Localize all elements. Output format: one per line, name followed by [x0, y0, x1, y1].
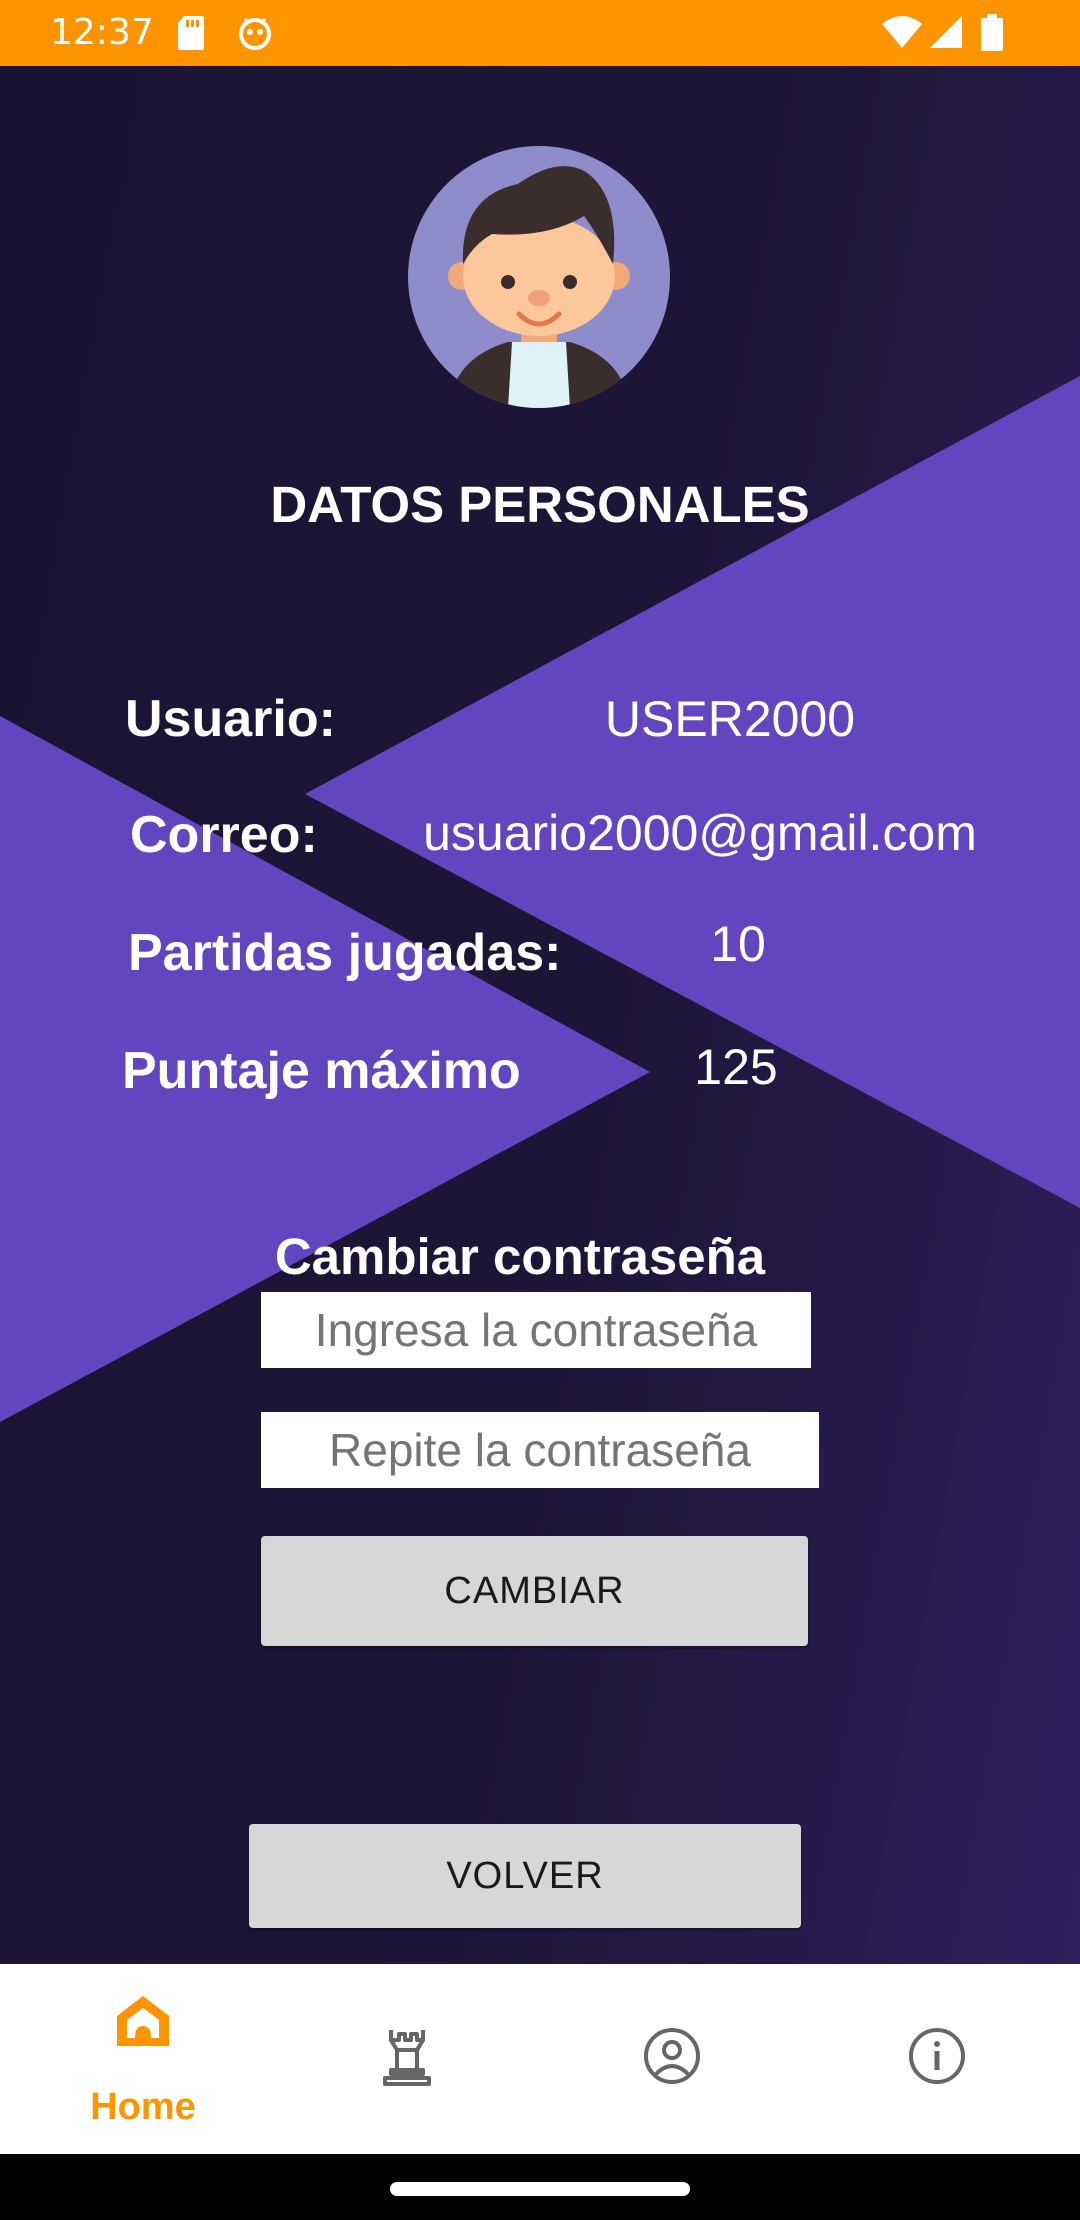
- status-bar: 12:37: [0, 0, 1080, 66]
- battery-icon: [981, 14, 1003, 51]
- max-score-value: 125: [694, 1039, 778, 1095]
- bottom-navigation: Home: [0, 1964, 1080, 2154]
- username-value: USER2000: [604, 691, 856, 747]
- signal-icon: [930, 16, 962, 48]
- nav-label-home: Home: [90, 2086, 196, 2128]
- max-score-label: Puntaje máximo: [122, 1042, 521, 1100]
- chess-rook-icon: [383, 2030, 431, 2086]
- home-gesture-handle[interactable]: [390, 2182, 690, 2196]
- change-password-title: Cambiar contraseña: [274, 1228, 766, 1285]
- nav-item-info[interactable]: [802, 1964, 1072, 2154]
- wifi-icon: [882, 16, 922, 48]
- email-value: usuario2000@gmail.com: [423, 805, 977, 861]
- home-icon: [117, 1996, 169, 2046]
- games-played-label: Partidas jugadas:: [128, 924, 562, 982]
- games-played-value: 10: [710, 916, 766, 972]
- repeat-password-input[interactable]: [261, 1412, 819, 1488]
- profile-screen: DATOS PERSONALES Usuario: USER2000 Corre…: [0, 66, 1080, 1964]
- nav-item-profile[interactable]: [537, 1964, 807, 2154]
- status-time: 12:37: [50, 12, 154, 53]
- avatar-icon: [408, 146, 670, 408]
- sd-card-icon: [178, 16, 204, 50]
- android-debug-icon: [239, 18, 271, 50]
- nav-item-home[interactable]: Home: [8, 1964, 278, 2154]
- change-password-button[interactable]: CAMBIAR: [261, 1536, 808, 1646]
- back-button[interactable]: VOLVER: [249, 1824, 801, 1928]
- username-label: Usuario:: [125, 690, 336, 748]
- page-title: DATOS PERSONALES: [270, 476, 810, 533]
- account-circle-icon: [644, 2028, 700, 2084]
- nav-item-game[interactable]: [272, 1964, 542, 2154]
- info-icon: [909, 2028, 965, 2084]
- email-label: Correo:: [130, 806, 318, 864]
- new-password-input[interactable]: [261, 1292, 811, 1368]
- system-navigation-bar: [0, 2154, 1080, 2220]
- screen: 12:37 DATOS PERSONALES Usuario: USER2000…: [0, 0, 1080, 2220]
